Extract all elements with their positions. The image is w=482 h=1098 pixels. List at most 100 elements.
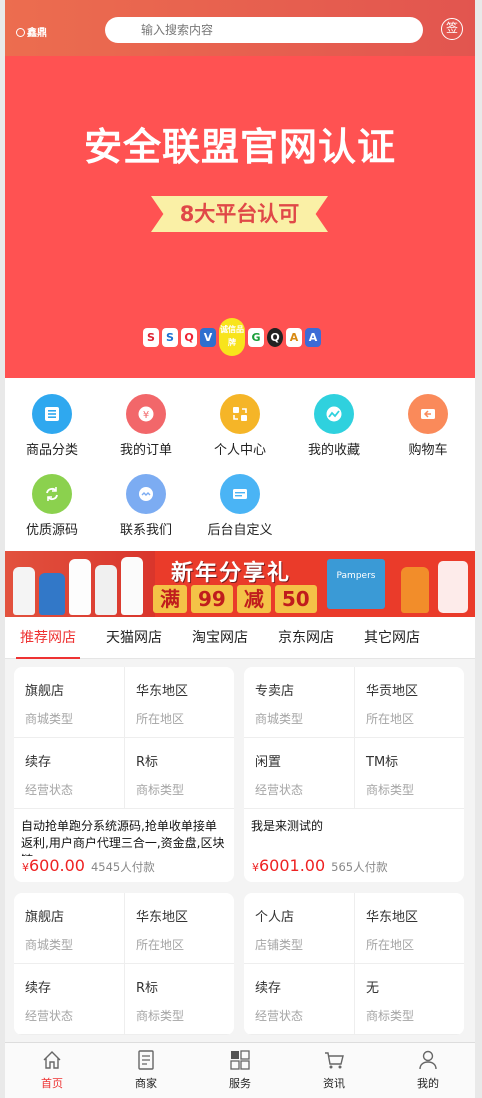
attr-key: 经营状态 bbox=[255, 783, 304, 797]
platform-badge: A bbox=[305, 327, 321, 347]
shortcut-label: 我的收藏 bbox=[307, 443, 360, 458]
promo-offer-part: 减 bbox=[236, 585, 271, 613]
tab-taobao[interactable]: 淘宝网店 bbox=[177, 617, 263, 658]
shortcut-label: 个人中心 bbox=[213, 443, 266, 458]
document-icon bbox=[138, 1050, 154, 1070]
attr-value: 续存 bbox=[25, 755, 52, 770]
store-card[interactable]: 专卖店 商城类型 华贡地区 所在地区 闲置经营状态 TM标商标类型 我是来测试的 ¥… bbox=[244, 667, 464, 882]
attr-key: 商标类型 bbox=[366, 783, 415, 797]
nav-home[interactable]: 首页 bbox=[5, 1043, 99, 1098]
store-card[interactable]: 旗舰店商城类型 华东地区 所在地区 续存经营状态 R标商标类型 bbox=[14, 893, 234, 1035]
tab-other[interactable]: 其它网店 bbox=[349, 617, 435, 658]
attr-value: 华东地区 bbox=[366, 910, 419, 925]
shortcut-label: 商品分类 bbox=[25, 443, 78, 458]
attr-key: 商标类型 bbox=[136, 1009, 185, 1023]
attr-key: 经营状态 bbox=[25, 1009, 74, 1023]
nav-services[interactable]: 服务 bbox=[193, 1043, 287, 1098]
attr-key: 所在地区 bbox=[366, 938, 415, 952]
store-price: ¥6001.00 bbox=[252, 856, 325, 875]
shortcut-orders[interactable]: ¥ 我的订单 bbox=[99, 394, 193, 474]
shortcut-contact[interactable]: 联系我们 bbox=[99, 474, 193, 554]
attr-value: R标 bbox=[136, 755, 159, 770]
promo-pampers-box: Pampers bbox=[327, 559, 385, 609]
list-icon bbox=[32, 394, 72, 434]
attr-value: 旗舰店 bbox=[25, 684, 65, 699]
promo-offer-part: 满 bbox=[153, 585, 187, 613]
store-attr: 华贡地区 所在地区 bbox=[354, 667, 464, 737]
shortcut-category[interactable]: 商品分类 bbox=[5, 394, 99, 474]
shortcut-cart[interactable]: 购物车 bbox=[381, 394, 475, 474]
platform-badge: S bbox=[162, 327, 178, 347]
logo[interactable]: 鑫鼎 bbox=[16, 24, 47, 39]
store-attr: 华东地区 所在地区 bbox=[124, 893, 234, 963]
store-price: ¥600.00 bbox=[22, 856, 85, 875]
home-icon bbox=[43, 1051, 61, 1069]
nav-mine[interactable]: 我的 bbox=[381, 1043, 475, 1098]
nav-merchants[interactable]: 商家 bbox=[99, 1043, 193, 1098]
shortcut-source[interactable]: 优质源码 bbox=[5, 474, 99, 554]
attr-value: 华贡地区 bbox=[366, 684, 419, 699]
store-card[interactable]: 个人店 店铺类型 华东地区 所在地区 续存 经营状态 无商标类型 bbox=[244, 893, 464, 1035]
tab-tmall[interactable]: 天猫网店 bbox=[91, 617, 177, 658]
store-attr-row: 专卖店 商城类型 华贡地区 所在地区 bbox=[244, 667, 464, 738]
buyer-count: 565人付款 bbox=[331, 860, 388, 874]
store-grid: 旗舰店 商城类型 华东地区 所在地区 续存 经营状态 R标 商标类型 自动抢单跑分系统源… bbox=[14, 667, 466, 1035]
product-bottle bbox=[95, 565, 117, 615]
currency-symbol: ¥ bbox=[22, 861, 29, 874]
ad-icon bbox=[220, 474, 260, 514]
attr-key: 所在地区 bbox=[136, 712, 185, 726]
attr-key: 店铺类型 bbox=[255, 938, 304, 952]
trend-icon bbox=[314, 394, 354, 434]
attr-value: 续存 bbox=[25, 981, 52, 996]
platform-badge: 诚信品牌 bbox=[219, 318, 245, 356]
tab-jd[interactable]: 京东网店 bbox=[263, 617, 349, 658]
platform-badge: G bbox=[248, 327, 264, 347]
attr-value: 华东地区 bbox=[136, 684, 189, 699]
attr-value: 闲置 bbox=[255, 755, 282, 770]
attr-key: 所在地区 bbox=[136, 938, 185, 952]
product-bottle bbox=[69, 559, 91, 615]
shortcut-grid: 商品分类 ¥ 我的订单 个人中心 我的收藏 购物车 优质源码 联系我们 后台自定 bbox=[5, 378, 475, 551]
grid-icon bbox=[230, 1050, 250, 1070]
store-card[interactable]: 旗舰店 商城类型 华东地区 所在地区 续存 经营状态 R标 商标类型 自动抢单跑分系统源… bbox=[14, 667, 234, 882]
platform-badge: S bbox=[143, 327, 159, 347]
tab-recommended[interactable]: 推荐网店 bbox=[5, 617, 91, 659]
platform-badge: A bbox=[286, 327, 302, 347]
shortcut-profile[interactable]: 个人中心 bbox=[193, 394, 287, 474]
product-bottle bbox=[39, 573, 65, 615]
shortcut-admin[interactable]: 后台自定义 bbox=[193, 474, 287, 554]
attr-key: 商标类型 bbox=[366, 1009, 415, 1023]
sign-in-button[interactable]: 签 bbox=[441, 18, 463, 40]
attr-value: 旗舰店 bbox=[25, 910, 65, 925]
bottom-nav: 首页 商家 服务 资讯 我的 bbox=[5, 1042, 475, 1098]
store-attr-row: 闲置经营状态 TM标商标类型 bbox=[244, 738, 464, 809]
platform-badge: V bbox=[200, 327, 216, 347]
store-attr: 旗舰店 商城类型 bbox=[14, 667, 124, 737]
shortcut-label: 后台自定义 bbox=[207, 523, 273, 538]
product-bottle bbox=[438, 561, 468, 613]
attr-value: TM标 bbox=[366, 755, 399, 770]
nav-label: 我的 bbox=[417, 1077, 439, 1090]
store-price-row: ¥600.00 4545人付款 bbox=[14, 856, 234, 882]
shortcut-favorites[interactable]: 我的收藏 bbox=[287, 394, 381, 474]
promo-offer-part: 50 bbox=[274, 585, 317, 613]
attr-key: 商城类型 bbox=[25, 938, 74, 952]
attr-key: 经营状态 bbox=[255, 1009, 304, 1023]
swap-icon bbox=[220, 394, 260, 434]
hero-banner[interactable]: 安全联盟官网认证 8大平台认可 S S Q V 诚信品牌 G Q A A bbox=[5, 56, 475, 378]
buyer-count: 4545人付款 bbox=[90, 860, 155, 874]
yen-icon: ¥ bbox=[126, 394, 166, 434]
nav-news[interactable]: 资讯 bbox=[287, 1043, 381, 1098]
attr-value: R标 bbox=[136, 981, 159, 996]
attr-key: 商城类型 bbox=[255, 712, 304, 726]
product-bottle bbox=[121, 557, 143, 615]
store-description: 我是来测试的 bbox=[251, 819, 324, 833]
nav-label: 首页 bbox=[41, 1077, 63, 1090]
app-frame: 鑫鼎 输入搜索内容 签 安全联盟官网认证 8大平台认可 S S Q V 诚信品牌… bbox=[5, 0, 475, 1098]
shortcut-label: 购物车 bbox=[408, 443, 448, 458]
search-input[interactable]: 输入搜索内容 bbox=[105, 17, 423, 43]
logo-icon bbox=[16, 28, 25, 37]
store-attr: 华东地区 所在地区 bbox=[124, 667, 234, 737]
promo-banner[interactable]: 新年分享礼 满 99 减 50 Pampers bbox=[5, 551, 475, 617]
store-attr: 续存 经营状态 bbox=[244, 964, 354, 1034]
